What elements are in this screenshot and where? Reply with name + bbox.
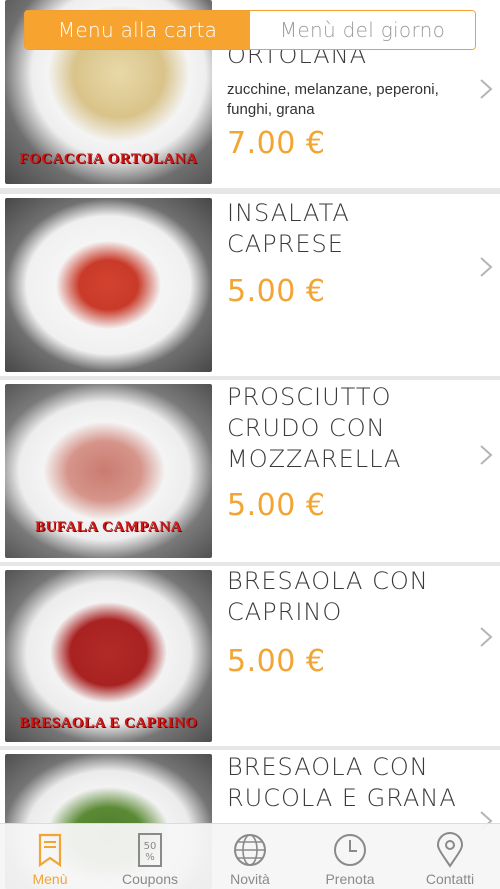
nav-item-coupons[interactable]: 50 % Coupons (105, 824, 195, 889)
nav-label: Novità (230, 871, 270, 887)
location-pin-icon (436, 832, 464, 868)
chevron-right-icon (480, 79, 493, 99)
dish-price: 7.00 € (227, 126, 326, 161)
coupon-icon-text-50: 50 (144, 841, 157, 852)
tab-menu-alla-carta[interactable]: Menu alla carta (25, 11, 250, 49)
nav-label: Coupons (121, 871, 179, 887)
dish-name: INSALATA CAPRESE (227, 199, 350, 258)
dish-photo (5, 198, 212, 372)
list-item[interactable]: INSALATA CAPRESE 5.00 € (0, 194, 500, 376)
list-item[interactable]: BRESAOLA E CAPRINO BRESAOLA CON CAPRINO … (0, 566, 500, 746)
chevron-right-icon (480, 445, 493, 465)
dish-description: zucchine, melanzane, peperoni, funghi, g… (227, 81, 439, 118)
dish-name: BRESAOLA CON CAPRINO (227, 567, 429, 626)
chevron-right-icon (480, 257, 493, 277)
dish-name: BRESAOLA CON RUCOLA E GRANA (227, 753, 457, 812)
globe-icon (234, 834, 266, 866)
clock-icon (334, 834, 366, 866)
nav-label: Prenota (325, 871, 375, 887)
dish-photo: BUFALA CAMPANA (5, 384, 212, 558)
menu-bookmark-icon (38, 833, 62, 868)
nav-label: Contatti (425, 871, 475, 887)
dish-photo-label: BRESAOLA E CAPRINO (19, 715, 198, 731)
nav-item-prenota[interactable]: Prenota (305, 824, 395, 889)
list-item[interactable]: BUFALA CAMPANA PROSCIUTTO CRUDO CON MOZZ… (0, 380, 500, 562)
dish-name: PROSCIUTTO CRUDO CON MOZZARELLA (227, 383, 402, 473)
nav-label: Menù (32, 871, 68, 887)
dish-price: 5.00 € (227, 644, 326, 679)
coupon-icon: 50 % (138, 833, 162, 867)
dish-photo: BRESAOLA E CAPRINO (5, 570, 212, 742)
chevron-right-icon (480, 627, 493, 647)
coupon-icon-text-percent: % (145, 852, 155, 863)
dish-photo-label: FOCACCIA ORTOLANA (19, 151, 198, 167)
bottom-nav: Menù 50 % Coupons Novità Prenota Contatt… (0, 823, 500, 889)
menu-segmented-control: Menu alla carta Menù del giorno (24, 10, 476, 50)
dish-price: 5.00 € (227, 274, 326, 309)
dish-price: 5.00 € (227, 488, 326, 523)
nav-item-menu[interactable]: Menù (5, 824, 95, 889)
nav-item-contatti[interactable]: Contatti (405, 824, 495, 889)
menu-list: FOCACCIA ORTOLANA ORTOLANA zucchine, mel… (0, 0, 500, 889)
tab-menu-del-giorno[interactable]: Menù del giorno (250, 11, 475, 49)
dish-photo-label: BUFALA CAMPANA (35, 519, 182, 535)
nav-item-novita[interactable]: Novità (205, 824, 295, 889)
